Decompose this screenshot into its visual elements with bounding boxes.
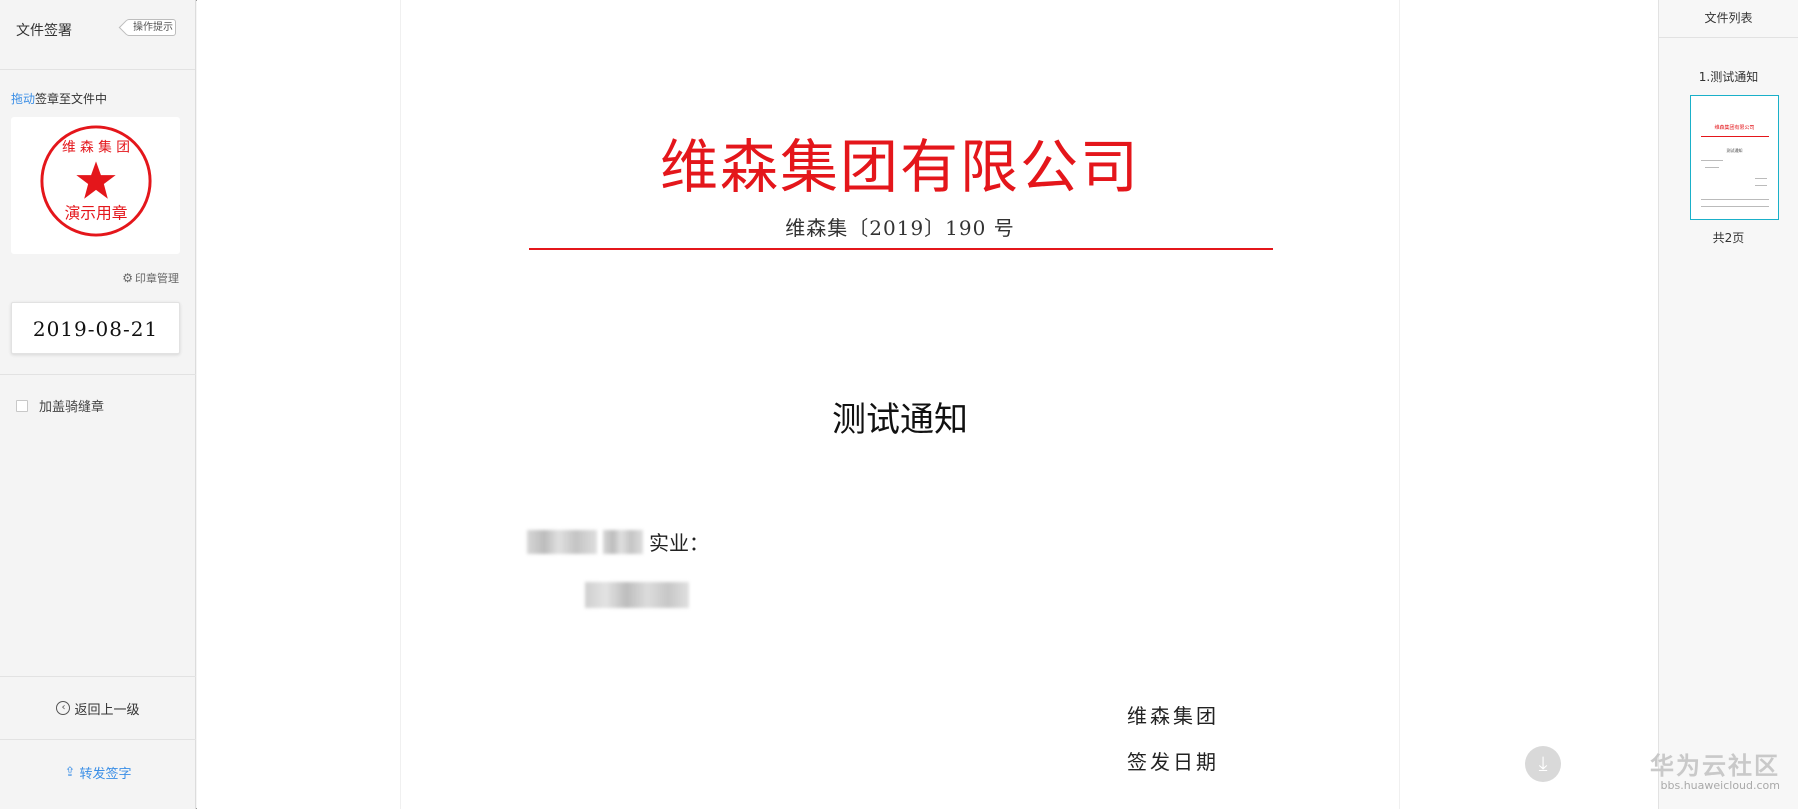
document-title: 测试通知 — [832, 400, 968, 440]
left-panel-header: 文件签署 操作提示 — [0, 0, 195, 70]
download-icon: ⤓ — [1538, 751, 1548, 775]
thumbnail-title: 测试通知 — [1726, 148, 1743, 153]
document-viewer[interactable]: 维森集团有限公司 维森集〔2019〕190 号 测试通知 实业： 维森集团 签发… — [197, 0, 1658, 809]
file-list-item-name[interactable]: 1.测试通知 — [1659, 68, 1798, 85]
back-label: 返回上一级 — [74, 702, 140, 718]
thumbnail-header: 维森集团有限公司 — [1714, 125, 1755, 131]
riding-seal-option[interactable]: 加盖骑缝章 — [16, 396, 104, 415]
document-number: 维森集〔2019〕190 号 — [785, 216, 1015, 240]
date-stamp-card[interactable]: 2019-08-21 — [11, 302, 180, 354]
back-button[interactable]: ‹ 返回上一级 — [0, 676, 196, 740]
riding-seal-label: 加盖骑缝章 — [39, 400, 105, 415]
document-recipient: 实业： — [527, 527, 709, 556]
document-company-header: 维森集团有限公司 — [659, 133, 1140, 201]
share-icon: ⇪ — [64, 764, 76, 780]
document-red-line — [529, 248, 1273, 250]
document-page[interactable]: 维森集团有限公司 维森集〔2019〕190 号 测试通知 实业： 维森集团 签发… — [400, 0, 1400, 809]
recipient-suffix: 实业： — [649, 531, 709, 555]
drag-tip-highlight: 拖动 — [11, 92, 36, 106]
watermark-main-text: 华为云社区 — [1650, 752, 1780, 780]
page-thumbnail[interactable]: 维森集团有限公司 测试通知 — [1690, 95, 1779, 220]
divider — [0, 374, 196, 375]
page-count: 共2页 — [1712, 231, 1745, 245]
seal-top-text: 维 森 集 团 — [61, 140, 129, 156]
operation-hint-button[interactable]: 操作提示 — [126, 19, 176, 36]
seal-manage-label: 印章管理 — [135, 272, 179, 285]
thumbnail-red-line — [1701, 136, 1769, 137]
watermark-sub-text: bbs.huaweicloud.com — [1660, 779, 1780, 792]
redacted-text — [603, 529, 643, 554]
seal-bottom-text: 演示用章 — [64, 203, 127, 222]
seal-manage-link[interactable]: ⚙ 印章管理 — [122, 270, 179, 286]
redacted-body-text — [585, 582, 689, 608]
forward-sign-button[interactable]: ⇪ 转发签字 — [0, 740, 196, 804]
left-panel: 文件签署 操作提示 拖动签章至文件中 维 森 集 团 演示用章 ⚙ 印章管理 20… — [0, 0, 196, 809]
drag-tip: 拖动签章至文件中 — [11, 90, 107, 107]
document-sign-date-label: 签发日期 — [1127, 750, 1219, 774]
company-seal-icon: 维 森 集 团 演示用章 — [39, 125, 152, 237]
forward-label: 转发签字 — [79, 766, 132, 782]
site-watermark: 华为云社区 bbs.huaweicloud.com — [1650, 746, 1780, 792]
back-arrow-icon: ‹ — [56, 701, 71, 715]
redacted-text — [527, 529, 597, 554]
file-list-header: 文件列表 — [1659, 0, 1798, 38]
download-button[interactable]: ⤓ — [1525, 746, 1561, 782]
panel-title: 文件签署 — [16, 23, 72, 39]
drag-tip-text: 签章至文件中 — [35, 92, 108, 106]
document-sign-group: 维森集团 — [1127, 704, 1219, 728]
seal-card[interactable]: 维 森 集 团 演示用章 — [11, 117, 180, 254]
riding-seal-checkbox[interactable] — [16, 399, 28, 412]
gear-icon: ⚙ — [122, 271, 133, 285]
file-list-panel: 文件列表 1.测试通知 维森集团有限公司 测试通知 共2页 — [1658, 0, 1798, 809]
